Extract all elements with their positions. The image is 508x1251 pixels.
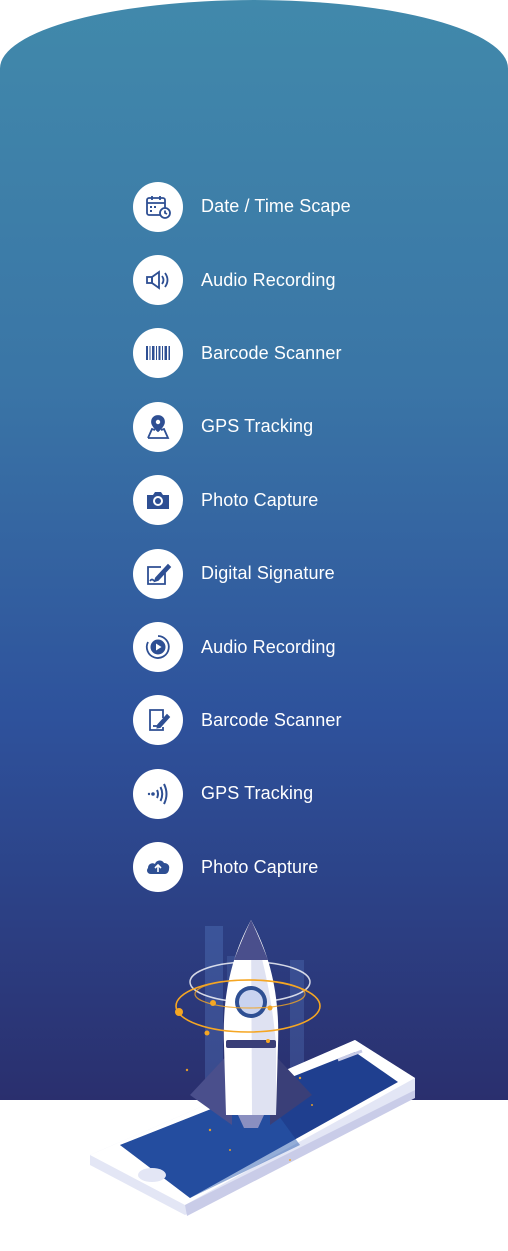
feature-item: Audio Recording <box>133 610 463 683</box>
map-pin-icon <box>133 401 183 452</box>
calendar-clock-icon <box>133 181 183 232</box>
feature-item: Digital Signature <box>133 537 463 610</box>
feature-item: GPS Tracking <box>133 390 463 463</box>
feature-label: GPS Tracking <box>201 416 314 437</box>
feature-label: Audio Recording <box>201 269 336 290</box>
feature-label: Barcode Scanner <box>201 709 342 730</box>
feature-label: Barcode Scanner <box>201 342 342 363</box>
feature-label: Date / Time Scape <box>201 196 351 217</box>
document-edit-icon <box>133 695 183 746</box>
feature-item: Barcode Scanner <box>133 317 463 390</box>
barcode-icon <box>133 328 183 379</box>
feature-item: Photo Capture <box>133 831 463 904</box>
feature-label: Audio Recording <box>201 636 336 657</box>
feature-label: Photo Capture <box>201 489 319 510</box>
signature-pen-icon <box>133 548 183 599</box>
cloud-upload-icon <box>133 842 183 893</box>
play-circle-icon <box>133 622 183 673</box>
feature-label: Photo Capture <box>201 856 319 877</box>
feature-label: GPS Tracking <box>201 783 314 804</box>
feature-label: Digital Signature <box>201 563 335 584</box>
feature-item: Audio Recording <box>133 243 463 316</box>
feature-item: Photo Capture <box>133 464 463 537</box>
feature-list: Date / Time Scape Audio Recording Barcod… <box>133 170 463 904</box>
feature-item: GPS Tracking <box>133 757 463 830</box>
signal-icon <box>133 768 183 819</box>
speaker-icon <box>133 255 183 306</box>
feature-item: Barcode Scanner <box>133 684 463 757</box>
camera-icon <box>133 475 183 526</box>
rocket-phone-illustration <box>90 920 415 1216</box>
feature-item: Date / Time Scape <box>133 170 463 243</box>
